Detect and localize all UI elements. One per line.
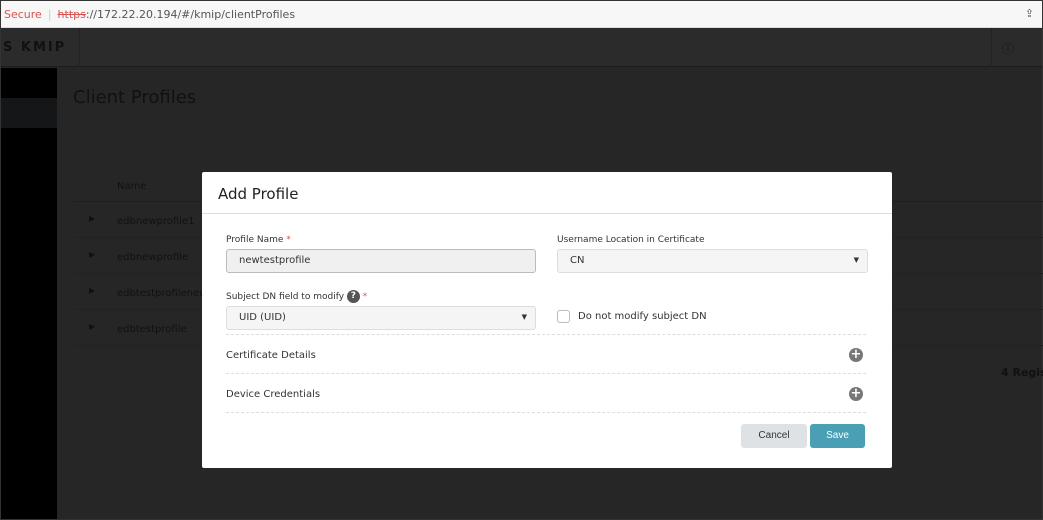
no-modify-label: Do not modify subject DN [578, 311, 707, 322]
modal-title: Add Profile [202, 172, 892, 214]
divider [79, 28, 80, 67]
profile-name-input[interactable]: newtestprofile [226, 249, 536, 273]
divider [226, 412, 866, 413]
expand-caret-icon[interactable]: ▶ [89, 214, 95, 223]
chevron-down-icon: ▼ [853, 256, 859, 264]
subject-dn-select[interactable]: UID (UID) ▼ [226, 306, 536, 330]
top-header: S KMIP ⓘ [1, 28, 1042, 67]
chevron-down-icon: ▼ [521, 313, 527, 321]
page-title: Client Profiles [73, 87, 197, 108]
divider [991, 28, 992, 67]
no-modify-checkbox[interactable] [557, 310, 570, 323]
add-profile-modal: Add Profile Profile Name * newtestprofil… [202, 172, 892, 468]
url-text: ://172.22.20.194/#/kmip/clientProfiles [85, 7, 296, 21]
expand-caret-icon[interactable]: ▶ [89, 286, 95, 295]
expand-caret-icon[interactable]: ▶ [89, 322, 95, 331]
row-name: edbtestprofile [117, 324, 187, 335]
expand-caret-icon[interactable]: ▶ [89, 250, 95, 259]
help-icon[interactable]: ? [346, 290, 360, 303]
certificate-details-section[interactable]: Certificate Details + [226, 334, 866, 374]
info-icon[interactable]: ⓘ [1002, 40, 1014, 57]
record-count: 4 Regis [1001, 366, 1043, 379]
address-bar[interactable]: Secure | https ://172.22.20.194/#/kmip/c… [1, 1, 1042, 28]
profile-name-label: Profile Name * [226, 235, 291, 245]
row-name: edbnewprofile [117, 252, 189, 263]
row-name: edbnewprofile1 [117, 216, 195, 227]
username-location-select[interactable]: CN ▼ [557, 249, 868, 273]
separator: | [47, 7, 52, 21]
brand: S KMIP [3, 40, 67, 55]
plus-circle-icon[interactable]: + [849, 387, 863, 401]
row-name: edbtestprofilenew [117, 288, 208, 299]
subject-dn-label: Subject DN field to modify ? * [226, 290, 368, 303]
secure-indicator: Secure [4, 7, 42, 21]
save-button[interactable]: Save [810, 424, 865, 448]
device-credentials-section[interactable]: Device Credentials + [226, 373, 866, 413]
share-icon[interactable]: ⇪ [1025, 7, 1034, 20]
sidebar [1, 68, 57, 519]
plus-circle-icon[interactable]: + [849, 348, 863, 362]
cancel-button[interactable]: Cancel [741, 424, 807, 448]
sidebar-item-active[interactable] [1, 98, 57, 128]
url-scheme: https [57, 7, 86, 21]
username-location-label: Username Location in Certificate [557, 235, 705, 245]
